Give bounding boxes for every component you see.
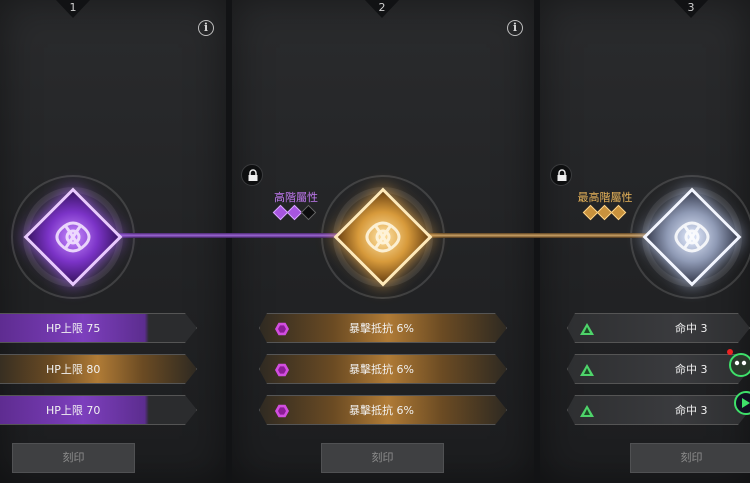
engrave-button[interactable]: 刻印: [12, 443, 135, 473]
pip-filled: [610, 204, 627, 221]
lock-icon: [241, 164, 263, 186]
stat-row[interactable]: 命中 3: [567, 313, 750, 343]
triangle-icon: [580, 323, 594, 335]
stat-row[interactable]: HP上限 75: [0, 313, 197, 343]
stat-row[interactable]: 命中 3: [567, 395, 750, 425]
info-icon[interactable]: i: [507, 20, 523, 36]
stat-row[interactable]: 暴擊抵抗 6%: [259, 395, 507, 425]
tier-pips: [582, 204, 627, 221]
hexagon-icon: [275, 322, 289, 336]
column-divider: [534, 0, 540, 483]
rune-connector: [108, 233, 358, 238]
triangle-icon: [580, 364, 594, 376]
hexagon-icon: [275, 363, 289, 377]
hexagon-icon: [275, 404, 289, 418]
engrave-button[interactable]: 刻印: [630, 443, 750, 473]
celtic-knot-icon: [365, 221, 401, 253]
play-icon[interactable]: [733, 390, 750, 416]
stat-row[interactable]: 暴擊抵抗 6%: [259, 354, 507, 384]
mascot-icon[interactable]: [725, 347, 750, 387]
lock-icon: [550, 164, 572, 186]
tier-unlock-label: 最高階屬性: [577, 191, 633, 204]
stat-text: HP上限 75: [46, 322, 101, 335]
engrave-button[interactable]: 刻印: [321, 443, 444, 473]
stat-text: HP上限 80: [46, 363, 101, 376]
tier-pips: [272, 204, 317, 221]
column-number: 1: [69, 1, 77, 14]
column-number: 2: [378, 1, 386, 14]
stat-text: HP上限 70: [46, 404, 101, 417]
stat-row[interactable]: HP上限 80: [0, 354, 197, 384]
info-icon[interactable]: i: [198, 20, 214, 36]
stat-row[interactable]: HP上限 70: [0, 395, 197, 425]
stat-text: 命中 3: [675, 404, 708, 417]
stat-text: 暴擊抵抗 6%: [349, 322, 414, 335]
column-number: 3: [687, 1, 695, 14]
celtic-knot-icon: [674, 221, 710, 253]
triangle-icon: [580, 405, 594, 417]
stat-text: 命中 3: [675, 322, 708, 335]
stat-row[interactable]: 暴擊抵抗 6%: [259, 313, 507, 343]
tier-unlock-label: 高階屬性: [274, 191, 318, 204]
stat-text: 命中 3: [675, 363, 708, 376]
pip-empty: [300, 204, 317, 221]
stat-text: 暴擊抵抗 6%: [349, 404, 414, 417]
stat-row[interactable]: 命中 3: [567, 354, 750, 384]
stat-text: 暴擊抵抗 6%: [349, 363, 414, 376]
rune-connector: [418, 233, 668, 238]
column-divider: [226, 0, 232, 483]
celtic-knot-icon: [55, 221, 91, 253]
